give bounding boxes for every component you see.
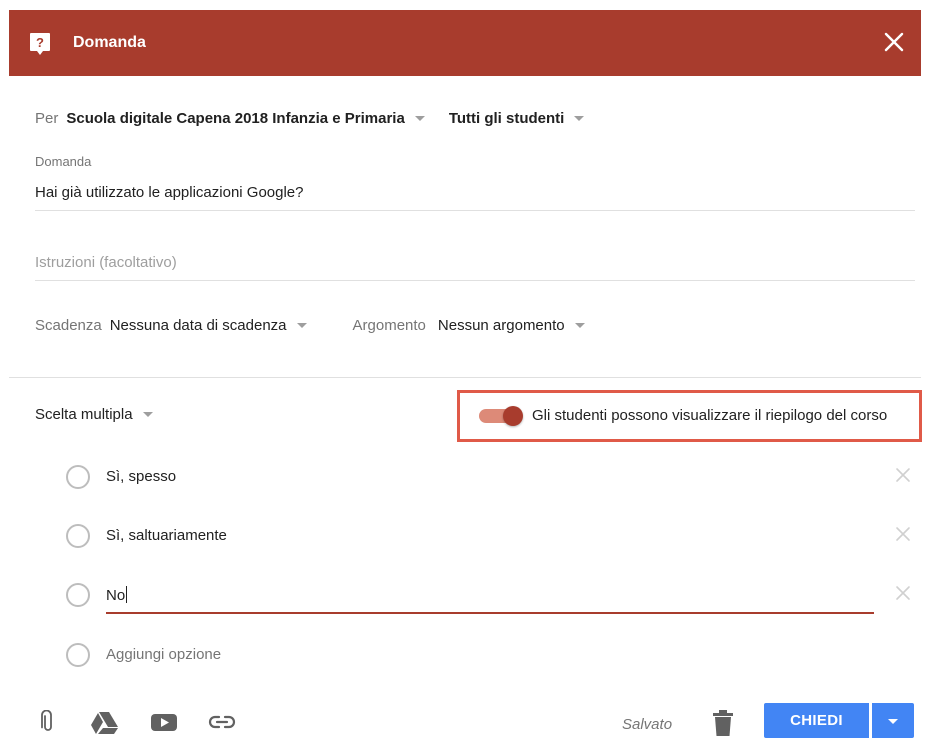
remove-option-icon[interactable] — [892, 523, 914, 545]
google-drive-icon[interactable] — [90, 710, 118, 734]
chevron-down-icon — [414, 116, 425, 121]
option-text[interactable]: Sì, spesso — [106, 468, 176, 485]
class-name: Scuola digitale Capena 2018 Infanzia e P… — [66, 110, 405, 127]
audience-row: Per Scuola digitale Capena 2018 Infanzia… — [35, 110, 585, 127]
summary-toggle-label: Gli studenti possono visualizzare il rie… — [532, 407, 888, 424]
option-item: Sì, spesso — [66, 462, 916, 492]
radio-button[interactable] — [66, 524, 90, 548]
question-label: Domanda — [35, 154, 92, 169]
toggle-knob — [503, 406, 523, 426]
chevron-down-icon — [296, 323, 307, 328]
summary-toggle[interactable] — [479, 406, 525, 426]
add-option-item: Aggiungi opzione — [66, 640, 916, 670]
saved-status: Salvato — [622, 716, 673, 733]
option-item: Sì, saltuariamente — [66, 521, 916, 551]
class-select[interactable]: Scuola digitale Capena 2018 Infanzia e P… — [66, 110, 425, 127]
option-text[interactable]: Sì, saltuariamente — [106, 527, 227, 544]
remove-option-icon[interactable] — [892, 582, 914, 604]
paperclip-icon[interactable] — [36, 710, 60, 734]
chevron-down-icon — [574, 116, 585, 121]
due-topic-row: Scadenza Nessuna data di scadenza Argome… — [35, 317, 585, 334]
ask-options-button[interactable] — [872, 703, 914, 738]
close-icon[interactable] — [881, 29, 907, 55]
option-item: No — [66, 580, 916, 610]
svg-text:?: ? — [36, 35, 44, 50]
add-option-input[interactable]: Aggiungi opzione — [106, 646, 221, 663]
due-label: Scadenza — [35, 317, 102, 334]
radio-button[interactable] — [66, 583, 90, 607]
trash-icon[interactable] — [712, 710, 734, 736]
answer-type-value: Scelta multipla — [35, 406, 133, 423]
question-input[interactable]: Hai già utilizzato le applicazioni Googl… — [35, 184, 915, 211]
radio-button — [66, 643, 90, 667]
due-value: Nessuna data di scadenza — [109, 317, 287, 334]
option-input[interactable]: No — [106, 586, 128, 604]
chevron-down-icon — [142, 412, 153, 417]
dialog-title: Domanda — [73, 34, 146, 51]
topic-label: Argomento — [352, 317, 426, 334]
topic-select[interactable]: Nessun argomento — [438, 317, 585, 334]
due-select[interactable]: Nessuna data di scadenza — [110, 317, 307, 334]
text-cursor — [126, 586, 128, 603]
active-field-underline — [106, 612, 874, 614]
instructions-input[interactable]: Istruzioni (facoltativo) — [35, 254, 915, 281]
students-select[interactable]: Tutti gli studenti — [449, 110, 585, 127]
option-text: No — [106, 587, 126, 604]
dialog-header: ? Domanda — [9, 10, 921, 76]
question-icon: ? — [30, 33, 50, 55]
students-value: Tutti gli studenti — [448, 110, 565, 127]
youtube-icon[interactable] — [150, 710, 178, 734]
chevron-down-icon — [574, 323, 585, 328]
topic-value: Nessun argomento — [437, 317, 565, 334]
remove-option-icon[interactable] — [892, 464, 914, 486]
link-icon[interactable] — [208, 710, 236, 734]
section-divider — [9, 377, 921, 378]
answer-type-select[interactable]: Scelta multipla — [35, 406, 153, 423]
per-label: Per — [35, 110, 59, 127]
radio-button[interactable] — [66, 465, 90, 489]
ask-button[interactable]: CHIEDI — [764, 703, 869, 738]
summary-toggle-highlight: Gli studenti possono visualizzare il rie… — [457, 390, 922, 442]
chevron-down-icon — [888, 719, 898, 724]
